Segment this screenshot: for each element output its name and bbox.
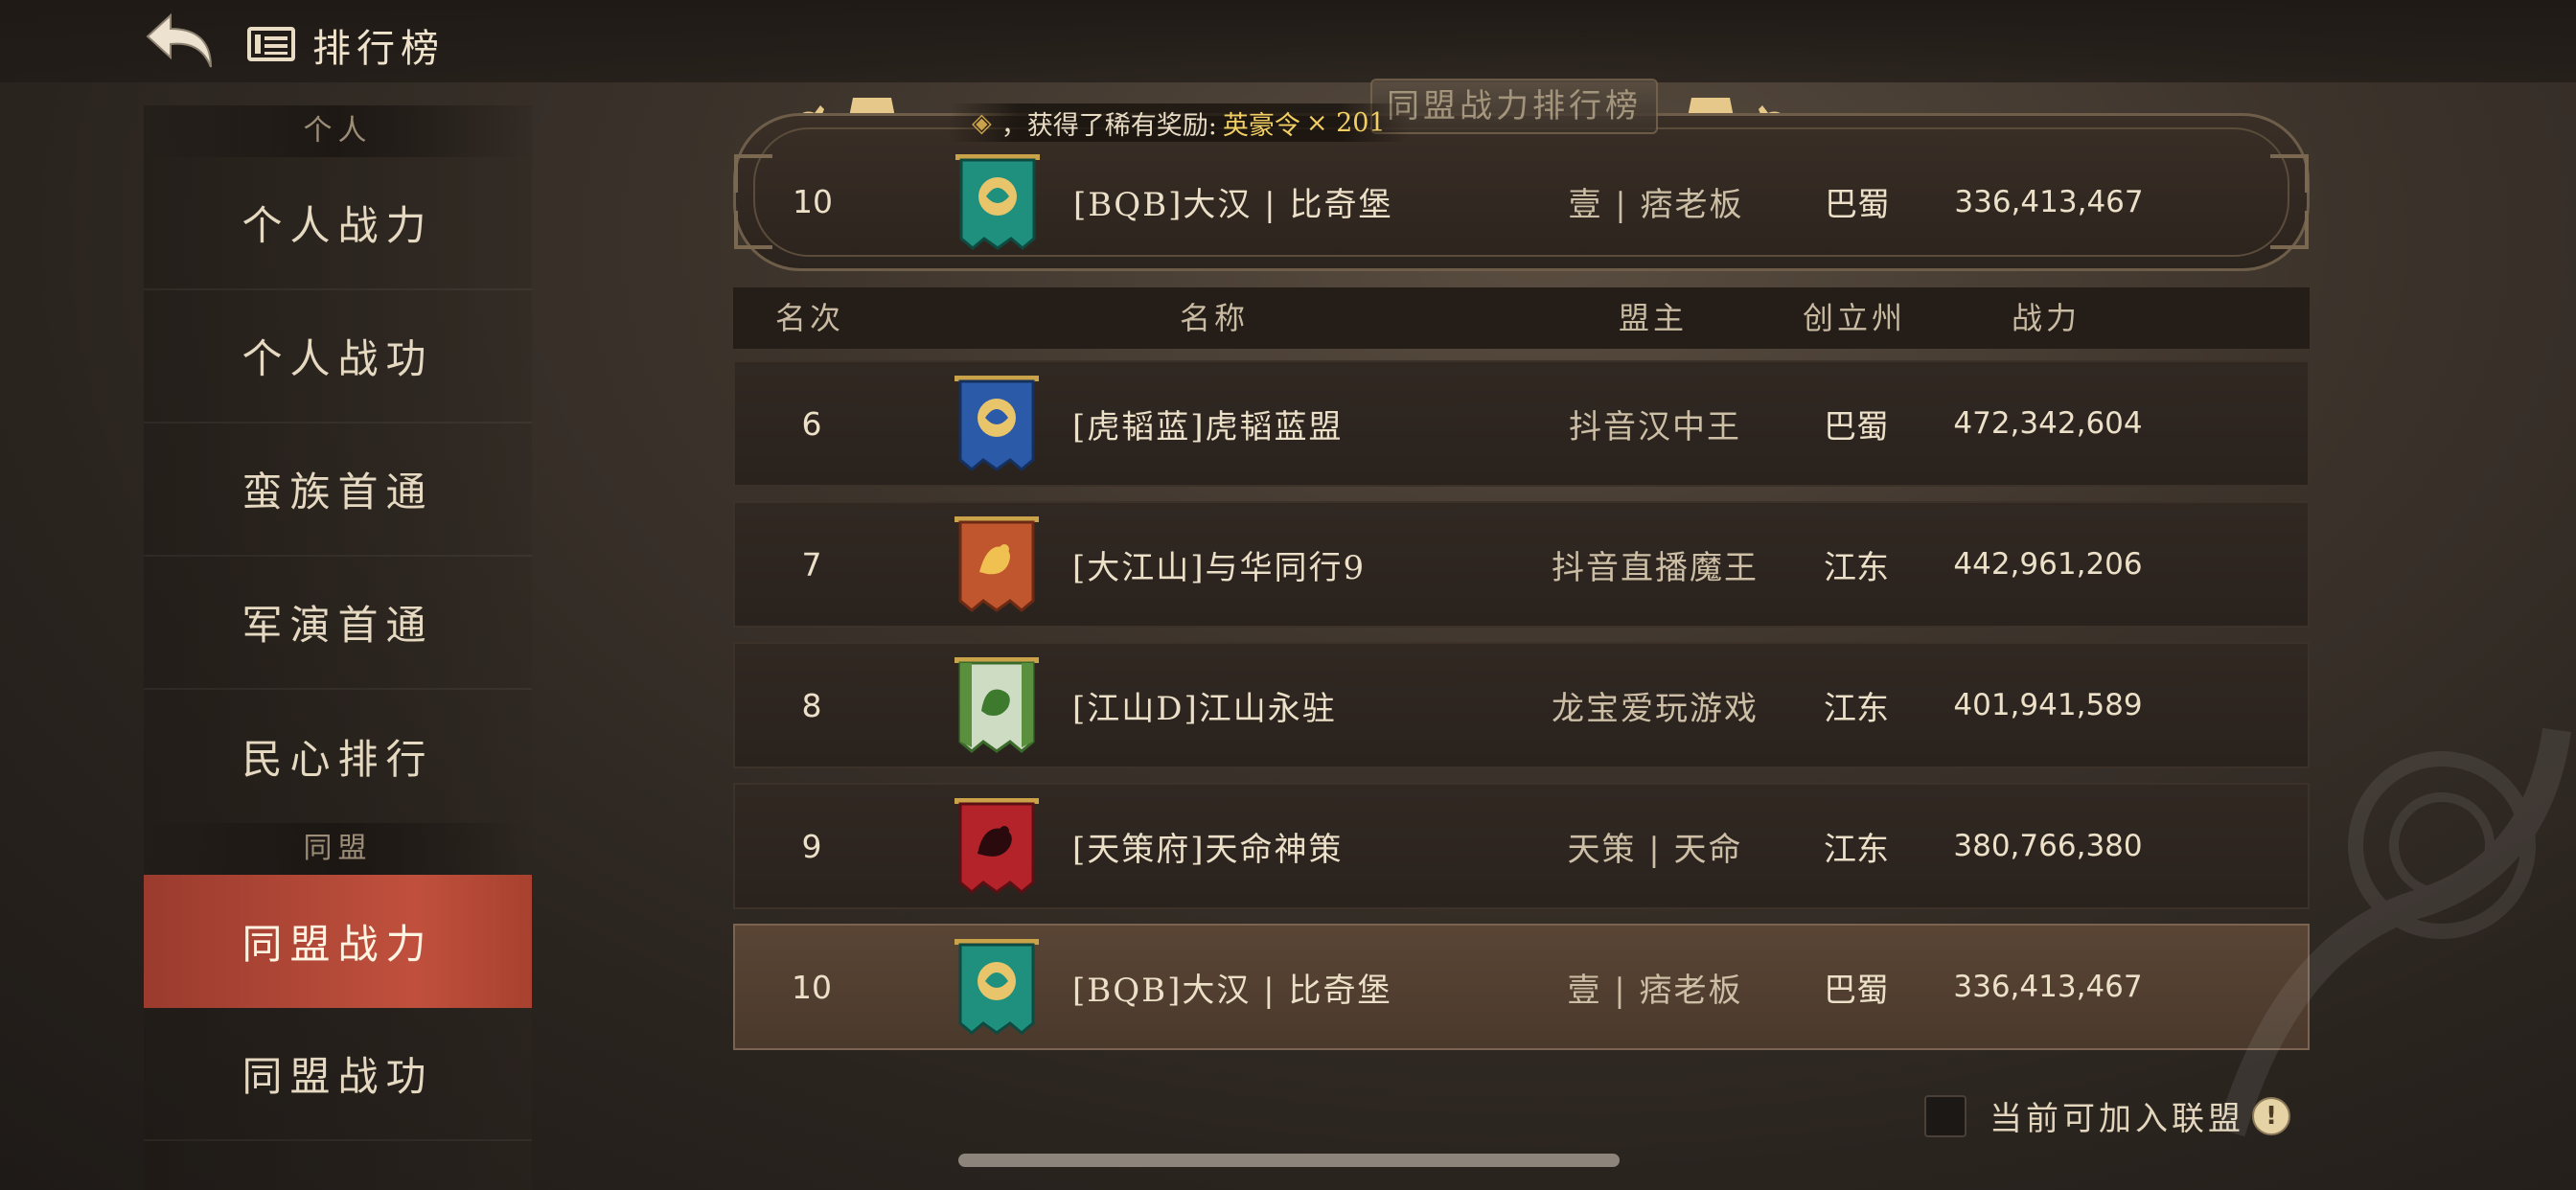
row-rank: 6 bbox=[801, 404, 822, 443]
table-row[interactable]: 9 [天策府]天命神策 天策 | 天命 江东 380,766,380 bbox=[733, 783, 2310, 909]
header-power: 战力 bbox=[2011, 300, 2081, 336]
row-rank: 10 bbox=[792, 968, 832, 1006]
header-rank: 名次 bbox=[774, 300, 844, 336]
sidebar-item-personal-power[interactable]: 个人战力 bbox=[144, 157, 532, 290]
banner-alliance-name: [BQB]大汉 | 比奇堡 bbox=[1073, 186, 1393, 224]
notice-reward-count: × 201 bbox=[1305, 107, 1386, 138]
row-state: 巴蜀 bbox=[1824, 407, 1889, 446]
row-leader: 壹 | 痞老板 bbox=[1567, 971, 1743, 1010]
row-power: 472,342,604 bbox=[1953, 406, 2143, 441]
page-title: 排行榜 bbox=[312, 27, 445, 71]
sidebar-item-alliance-power[interactable]: 同盟战力 bbox=[144, 875, 532, 1008]
row-power: 442,961,206 bbox=[1953, 547, 2143, 582]
sidebar-item-popularity-ranking[interactable]: 民心排行 bbox=[144, 690, 532, 823]
table-row-my-alliance[interactable]: 10 [BQB]大汉 | 比奇堡 壹 | 痞老板 巴蜀 336,413,467 bbox=[733, 924, 2310, 1050]
row-leader: 抖音直播魔王 bbox=[1552, 548, 1759, 587]
notice-reward-item: 英豪令 bbox=[1222, 110, 1300, 141]
banner-power: 336,413,467 bbox=[1954, 184, 2144, 219]
alliance-flag-icon bbox=[945, 126, 1050, 278]
header-name: 名称 bbox=[1179, 300, 1249, 336]
banner-rank: 10 bbox=[793, 183, 833, 220]
header-leader: 盟主 bbox=[1618, 300, 1688, 336]
joinable-checkbox[interactable] bbox=[1924, 1094, 1966, 1137]
alliance-flag-icon bbox=[944, 362, 1049, 485]
header-state: 创立州 bbox=[1802, 300, 1906, 336]
row-leader: 抖音汉中王 bbox=[1569, 407, 1741, 446]
sidebar-item-alliance-merit[interactable]: 同盟战功 bbox=[144, 1008, 532, 1141]
home-indicator bbox=[958, 1154, 1620, 1167]
row-rank: 9 bbox=[801, 827, 822, 865]
notice-diamond-icon: ◈ bbox=[972, 107, 992, 138]
table-row[interactable]: 6 [虎韬蓝]虎韬蓝盟 抖音汉中王 巴蜀 472,342,604 bbox=[733, 360, 2310, 487]
alliance-flag-icon bbox=[944, 644, 1049, 767]
row-state: 江东 bbox=[1824, 689, 1889, 728]
top-bar: 排行榜 bbox=[0, 0, 2576, 82]
sidebar-item-military-drill-first-clear[interactable]: 军演首通 bbox=[144, 557, 532, 690]
row-rank: 8 bbox=[801, 686, 822, 724]
sidebar-item-barbarian-first-clear[interactable]: 蛮族首通 bbox=[144, 423, 532, 557]
table-row[interactable]: 8 [江山D]江山永驻 龙宝爱玩游戏 江东 401,941,589 bbox=[733, 642, 2310, 768]
row-alliance-name: [江山D]江山永驻 bbox=[1072, 689, 1337, 728]
banner-leader: 壹 | 痞老板 bbox=[1568, 186, 1744, 224]
background-pattern-icon bbox=[2217, 727, 2571, 1137]
row-state: 江东 bbox=[1824, 548, 1889, 587]
sidebar-header-personal: 个人 bbox=[144, 105, 532, 157]
table-header: 名次 名称 盟主 创立州 战力 bbox=[733, 287, 2310, 349]
table-row[interactable]: 7 [大江山]与华同行9 抖音直播魔王 江东 442,961,206 bbox=[733, 501, 2310, 628]
row-state: 江东 bbox=[1824, 830, 1889, 869]
alliance-flag-icon bbox=[944, 785, 1049, 907]
alliance-flag-icon bbox=[944, 926, 1049, 1048]
ranking-board-icon bbox=[247, 25, 295, 63]
sidebar-header-alliance: 同盟 bbox=[144, 823, 532, 875]
row-alliance-name: [BQB]大汉 | 比奇堡 bbox=[1072, 971, 1392, 1010]
row-leader: 天策 | 天命 bbox=[1567, 830, 1743, 869]
sidebar-item-personal-merit[interactable]: 个人战功 bbox=[144, 290, 532, 423]
back-arrow-icon[interactable] bbox=[144, 10, 220, 77]
row-power: 336,413,467 bbox=[1953, 970, 2143, 1004]
row-leader: 龙宝爱玩游戏 bbox=[1552, 689, 1759, 728]
row-state: 巴蜀 bbox=[1824, 971, 1889, 1010]
row-alliance-name: [虎韬蓝]虎韬蓝盟 bbox=[1072, 407, 1344, 446]
sidebar: 个人 个人战力 个人战功 蛮族首通 军演首通 民心排行 同盟 同盟战力 同盟战功 bbox=[144, 105, 532, 1190]
row-alliance-name: [大江山]与华同行9 bbox=[1072, 548, 1367, 587]
row-rank: 7 bbox=[801, 545, 822, 584]
notice-text: ，获得了稀有奖励: bbox=[1000, 110, 1217, 141]
row-alliance-name: [天策府]天命神策 bbox=[1072, 830, 1344, 869]
banner-tab-label: 同盟战力排行榜 bbox=[1370, 79, 1658, 134]
banner-state: 巴蜀 bbox=[1825, 186, 1890, 224]
row-power: 380,766,380 bbox=[1953, 829, 2143, 863]
alliance-flag-icon bbox=[944, 503, 1049, 626]
back-button[interactable] bbox=[144, 10, 220, 77]
reward-notice: ◈ ，获得了稀有奖励: 英豪令 × 201 bbox=[949, 103, 1409, 142]
row-power: 401,941,589 bbox=[1953, 688, 2143, 722]
